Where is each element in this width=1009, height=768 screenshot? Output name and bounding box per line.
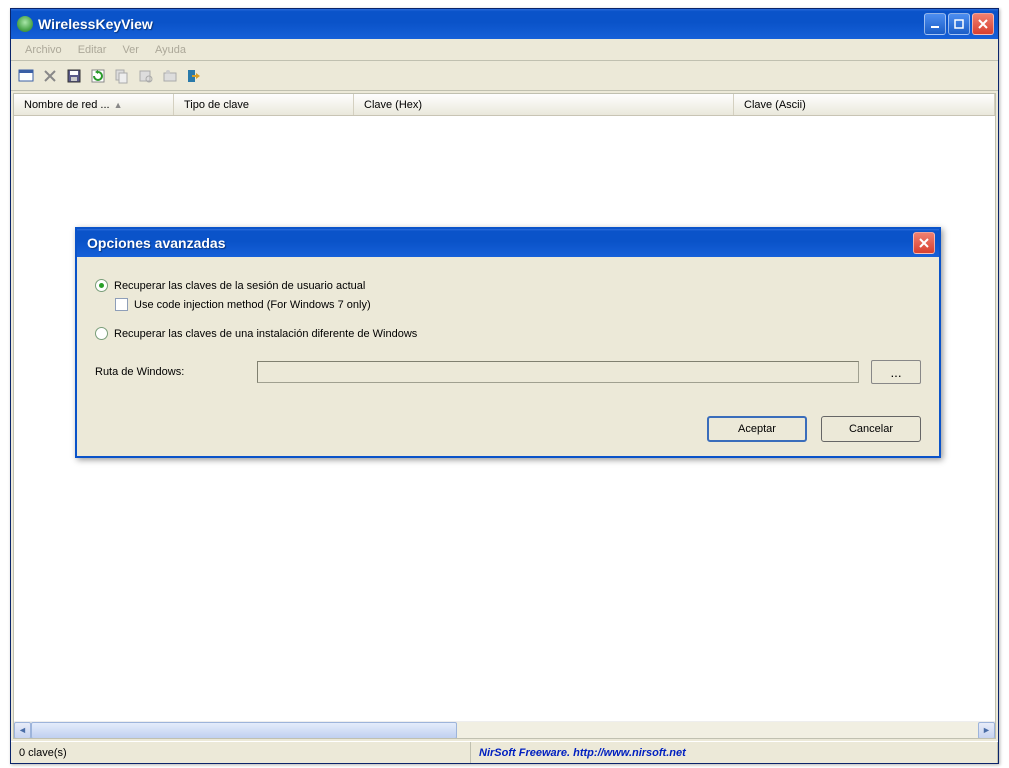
dialog-button-row: Aceptar Cancelar xyxy=(95,408,921,442)
scroll-thumb[interactable] xyxy=(31,722,457,739)
menu-ayuda[interactable]: Ayuda xyxy=(147,42,194,58)
column-label: Clave (Ascii) xyxy=(744,99,806,111)
main-titlebar[interactable]: WirelessKeyView xyxy=(11,9,998,39)
dialog-title: Opciones avanzadas xyxy=(81,235,913,251)
radio-label: Recuperar las claves de una instalación … xyxy=(114,328,417,340)
window-title: WirelessKeyView xyxy=(38,16,924,32)
menu-archivo[interactable]: Archivo xyxy=(17,42,70,58)
minimize-icon xyxy=(930,19,940,29)
statusbar: 0 clave(s) NirSoft Freeware. http://www.… xyxy=(11,741,998,763)
close-icon xyxy=(978,19,988,29)
save-icon[interactable] xyxy=(65,67,83,85)
scroll-track[interactable] xyxy=(31,722,978,739)
radio-icon xyxy=(95,327,108,340)
column-key-hex[interactable]: Clave (Hex) xyxy=(354,94,734,115)
checkbox-code-injection[interactable]: Use code injection method (For Windows 7… xyxy=(115,298,921,311)
menubar: Archivo Editar Ver Ayuda xyxy=(11,39,998,61)
windows-path-row: Ruta de Windows: ... xyxy=(95,360,921,384)
dialog-close-button[interactable] xyxy=(913,232,935,254)
maximize-icon xyxy=(954,19,964,29)
app-icon xyxy=(17,16,33,32)
radio-current-session[interactable]: Recuperar las claves de la sesión de usu… xyxy=(95,279,921,292)
close-button[interactable] xyxy=(972,13,994,35)
column-network-name[interactable]: Nombre de red ... ▲ xyxy=(14,94,174,115)
column-key-type[interactable]: Tipo de clave xyxy=(174,94,354,115)
accept-button[interactable]: Aceptar xyxy=(707,416,807,442)
column-headers: Nombre de red ... ▲ Tipo de clave Clave … xyxy=(14,94,995,116)
radio-label: Recuperar las claves de la sesión de usu… xyxy=(114,280,365,292)
options-icon[interactable] xyxy=(161,67,179,85)
column-label: Nombre de red ... xyxy=(24,99,110,111)
path-label: Ruta de Windows: xyxy=(95,366,245,378)
dialog-body: Recuperar las claves de la sesión de usu… xyxy=(77,257,939,456)
exit-icon[interactable] xyxy=(185,67,203,85)
column-label: Clave (Hex) xyxy=(364,99,422,111)
properties-icon[interactable] xyxy=(17,67,35,85)
cancel-button[interactable]: Cancelar xyxy=(821,416,921,442)
menu-editar[interactable]: Editar xyxy=(70,42,115,58)
sort-ascending-icon: ▲ xyxy=(114,100,123,110)
copy-icon[interactable] xyxy=(113,67,131,85)
path-input xyxy=(257,361,859,383)
browse-button[interactable]: ... xyxy=(871,360,921,384)
radio-other-install[interactable]: Recuperar las claves de una instalación … xyxy=(95,327,921,340)
scroll-left-button[interactable]: ◄ xyxy=(14,722,31,739)
checkbox-icon xyxy=(115,298,128,311)
horizontal-scrollbar[interactable]: ◄ ► xyxy=(14,721,995,738)
scroll-right-button[interactable]: ► xyxy=(978,722,995,739)
status-count: 0 clave(s) xyxy=(11,742,471,763)
delete-icon[interactable] xyxy=(41,67,59,85)
find-icon[interactable] xyxy=(137,67,155,85)
dialog-titlebar[interactable]: Opciones avanzadas xyxy=(77,229,939,257)
status-credit[interactable]: NirSoft Freeware. http://www.nirsoft.net xyxy=(471,742,998,763)
radio-icon xyxy=(95,279,108,292)
advanced-options-dialog: Opciones avanzadas Recuperar las claves … xyxy=(75,227,941,458)
close-icon xyxy=(919,238,929,248)
column-key-ascii[interactable]: Clave (Ascii) xyxy=(734,94,995,115)
toolbar xyxy=(11,61,998,91)
column-label: Tipo de clave xyxy=(184,99,249,111)
checkbox-label: Use code injection method (For Windows 7… xyxy=(134,299,371,311)
refresh-icon[interactable] xyxy=(89,67,107,85)
minimize-button[interactable] xyxy=(924,13,946,35)
maximize-button[interactable] xyxy=(948,13,970,35)
menu-ver[interactable]: Ver xyxy=(114,42,147,58)
